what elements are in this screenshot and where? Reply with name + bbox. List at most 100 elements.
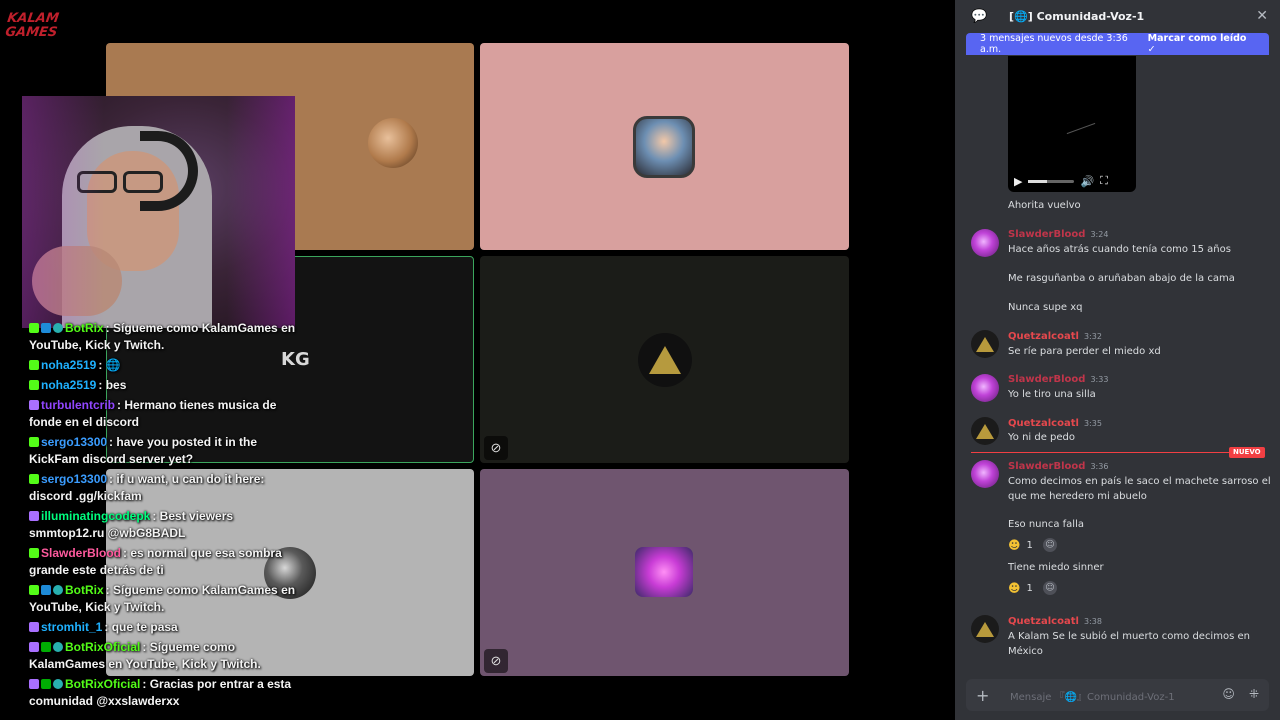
- add-reaction-icon[interactable]: ☺: [1042, 538, 1057, 552]
- message-text: Hace años atrás cuando tenía como 15 año…: [1008, 244, 1231, 255]
- chat-username: stromhit_1: [41, 620, 103, 634]
- reaction-bar: ☻ 1 ☺: [1008, 536, 1057, 554]
- muted-icon: ⊘: [484, 436, 508, 460]
- play-icon[interactable]: ▶: [1014, 175, 1022, 188]
- message-text: Yo le tiro una silla: [1008, 389, 1096, 400]
- triforce-icon: [649, 346, 681, 374]
- mod-badge-icon: [41, 679, 51, 689]
- chat-username: BotRixOficial: [65, 677, 141, 691]
- message-text: Me rasguñanba o aruñaban abajo de la cam…: [1008, 273, 1235, 284]
- kalamgames-logo: KALAM GAMES: [4, 11, 60, 44]
- ok-badge-icon: [53, 585, 63, 595]
- add-reaction-icon[interactable]: ☺: [1042, 581, 1057, 595]
- mark-as-read-button[interactable]: Marcar como leído ✓: [1148, 33, 1255, 55]
- stream-stage: KALAM GAMES KG ⊘ ⊘ BotRix: Sígueme como …: [0, 0, 955, 720]
- video-progress[interactable]: [1028, 179, 1075, 183]
- ok-badge-icon: [53, 642, 63, 652]
- channel-name: Comunidad-Voz-1: [1036, 9, 1145, 23]
- avatar[interactable]: [971, 330, 999, 358]
- participant-tile-4[interactable]: ⊘: [480, 256, 849, 463]
- message-text: Eso nunca falla: [1008, 519, 1084, 530]
- message-composer[interactable]: + Mensaje 『🌐』Comunidad-Voz-1 ☺ ⁜: [966, 679, 1269, 711]
- participant-avatar: [633, 116, 695, 178]
- kick-badge-icon: [29, 323, 39, 333]
- kick-badge-icon: [29, 585, 39, 595]
- apps-icon[interactable]: ⁜: [1249, 687, 1259, 701]
- avatar[interactable]: [971, 229, 999, 257]
- avatar[interactable]: [971, 460, 999, 488]
- composer-placeholder[interactable]: Mensaje 『🌐』Comunidad-Voz-1: [1010, 688, 1175, 703]
- laughing-emoji-icon: ☻: [1008, 538, 1021, 552]
- chat-username: turbulentcrib: [41, 398, 115, 412]
- message-text: Ahorita vuelvo: [1008, 200, 1081, 211]
- message-author[interactable]: SlawderBlood 3:36: [1008, 460, 1108, 474]
- vip-badge-icon: [41, 323, 51, 333]
- video-controls: ▶ 🔊 ⛶: [1008, 170, 1136, 192]
- message-time: 3:24: [1090, 230, 1109, 239]
- chat-message: BotRixOficial: Gracias por entrar a esta…: [29, 676, 309, 710]
- logo-line1: KALAM: [6, 11, 60, 26]
- twitch-badge-icon: [29, 679, 39, 689]
- fullscreen-icon[interactable]: ⛶: [1100, 174, 1108, 188]
- new-messages-banner[interactable]: 3 mensajes nuevos desde 3:36 a.m. Marcar…: [966, 33, 1269, 55]
- kick-badge-icon: [29, 380, 39, 390]
- message-author[interactable]: SlawderBlood 3:24: [1008, 228, 1108, 242]
- chat-message: illuminatingcodepk: Best viewers smmtop1…: [29, 508, 309, 542]
- reaction-pill[interactable]: ☻ 1: [1008, 581, 1033, 595]
- chat-message: stromhit_1: que te pasa: [29, 619, 309, 636]
- chat-message: noha2519: 🌐: [29, 357, 309, 374]
- volume-icon[interactable]: 🔊: [1080, 175, 1094, 188]
- chat-bubble-icon: 💬: [971, 8, 988, 24]
- participant-avatar: [635, 547, 693, 597]
- video-attachment[interactable]: ▶ 🔊 ⛶: [1008, 56, 1136, 192]
- close-icon[interactable]: ✕: [1256, 8, 1268, 24]
- participant-avatar: [368, 118, 418, 168]
- chat-username: BotRixOficial: [65, 640, 141, 654]
- laughing-emoji-icon: ☻: [1008, 581, 1021, 595]
- message-text: Tiene miedo sinner: [1008, 562, 1104, 573]
- message-text: Nunca supe xq: [1008, 302, 1083, 313]
- chat-text: : 🌐: [98, 358, 121, 372]
- avatar[interactable]: [971, 615, 999, 643]
- avatar[interactable]: [971, 417, 999, 445]
- participant-avatar: [638, 333, 692, 387]
- avatar[interactable]: [971, 374, 999, 402]
- emoji-icon[interactable]: ☺: [1222, 687, 1235, 701]
- muted-icon: ⊘: [484, 649, 508, 673]
- ok-badge-icon: [53, 679, 63, 689]
- message-text: Se ríe para perder el miedo xd: [1008, 346, 1161, 357]
- participant-tile-6[interactable]: ⊘: [480, 469, 849, 676]
- channel-prefix: [🌐]: [1009, 9, 1033, 23]
- message-author[interactable]: SlawderBlood 3:33: [1008, 373, 1108, 387]
- chat-username: noha2519: [41, 358, 97, 372]
- reaction-bar: ☻ 1 ☺: [1008, 579, 1057, 597]
- discord-text-panel: 💬 [🌐] Comunidad-Voz-1 ✕ 3 mensajes nuevo…: [955, 0, 1280, 720]
- message-time: 3:36: [1090, 462, 1109, 471]
- chat-text: : Sígueme como KalamGames en YouTube, Ki…: [29, 640, 261, 671]
- new-messages-text: 3 mensajes nuevos desde 3:36 a.m.: [980, 33, 1128, 55]
- twitch-badge-icon: [29, 400, 39, 410]
- participant-tile-2[interactable]: [480, 43, 849, 250]
- chat-username: sergo13300: [41, 435, 108, 449]
- chat-message: SlawderBlood: es normal que esa sombra g…: [29, 545, 309, 579]
- chat-username: BotRix: [65, 583, 104, 597]
- reaction-pill[interactable]: ☻ 1: [1008, 538, 1033, 552]
- chat-username: BotRix: [65, 321, 104, 335]
- chat-message: turbulentcrib: Hermano tienes musica de …: [29, 397, 309, 431]
- message-text: Yo ni de pedo: [1008, 432, 1076, 443]
- twitch-badge-icon: [29, 642, 39, 652]
- message-text: A Kalam Se le subió el muerto como decim…: [1008, 631, 1250, 642]
- message-author[interactable]: Quetzalcoatl 3:35: [1008, 417, 1102, 431]
- chat-message: BotRix: Sígueme como KalamGames en YouTu…: [29, 582, 309, 616]
- chat-text: : que te pasa: [104, 620, 178, 634]
- add-attachment-icon[interactable]: +: [976, 686, 994, 705]
- chat-username: sergo13300: [41, 472, 108, 486]
- message-author[interactable]: Quetzalcoatl 3:38: [1008, 615, 1102, 629]
- twitch-badge-icon: [29, 622, 39, 632]
- chat-message: sergo13300: if u want, u can do it here:…: [29, 471, 309, 505]
- new-messages-divider: [971, 452, 1245, 453]
- kick-badge-icon: [29, 548, 39, 558]
- chat-message: BotRix: Sígueme como KalamGames en YouTu…: [29, 320, 309, 354]
- channel-title: [🌐] Comunidad-Voz-1: [1009, 10, 1144, 23]
- message-author[interactable]: Quetzalcoatl 3:32: [1008, 330, 1102, 344]
